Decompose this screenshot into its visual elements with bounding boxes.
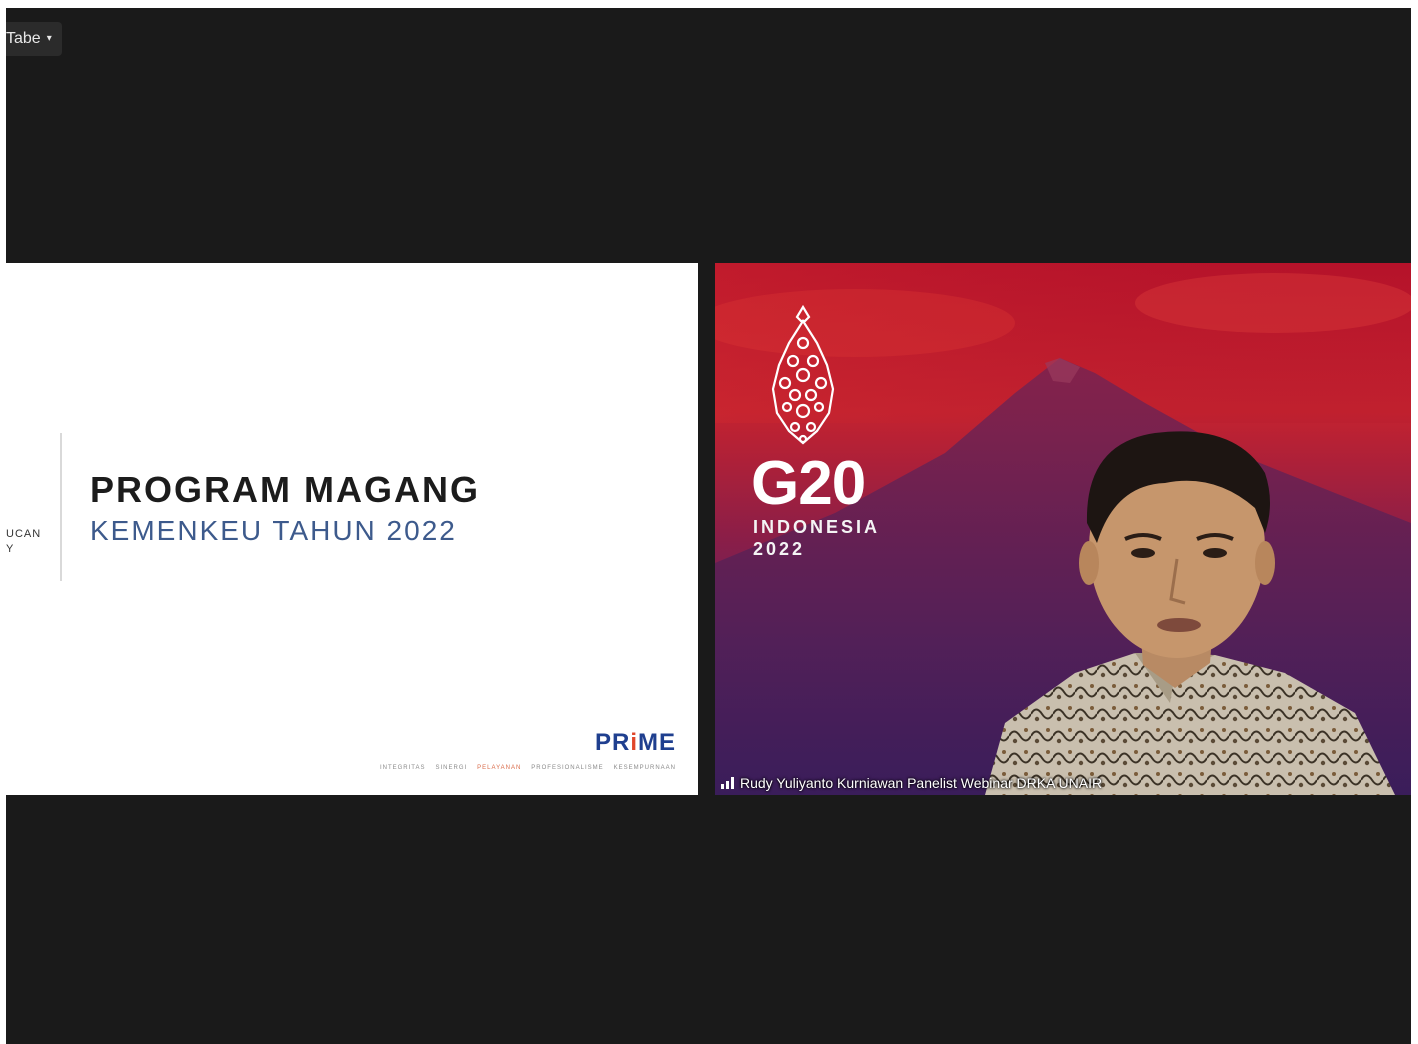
chevron-down-icon: ▾ — [46, 33, 52, 44]
view-button[interactable]: Tabe ▾ — [6, 22, 62, 56]
view-button-label: Tabe — [6, 30, 41, 47]
prime-logo-part3: ME — [638, 729, 676, 756]
shared-screen-tile[interactable]: UCAN Y PROGRAM MAGANG KEMENKEU TAHUN 202… — [6, 263, 698, 795]
value-item: PELAYANAN — [477, 765, 522, 771]
value-item: PROFESIONALISME — [531, 765, 604, 771]
prime-logo: PRiME — [595, 729, 676, 757]
meeting-window: Tabe ▾ UCAN Y PROGRAM MAGANG KEMENKEU TA… — [6, 8, 1411, 1044]
values-tagline: INTEGRITAS SINERGI PELAYANAN PROFESIONAL… — [380, 765, 676, 771]
participant-person — [985, 431, 1395, 795]
slide-divider — [60, 433, 62, 581]
g20-year: 2022 — [753, 539, 806, 559]
g20-gunungan-icon — [771, 304, 835, 445]
value-item: KESEMPURNAAN — [613, 765, 676, 771]
logo-fragment-line2: Y — [6, 543, 15, 555]
value-item: INTEGRITAS — [379, 765, 426, 771]
prime-logo-part1: PR — [594, 729, 631, 756]
participant-name-tag: Rudy Yuliyanto Kurniawan Panelist Webina… — [721, 775, 1102, 791]
slide-subtitle: KEMENKEU TAHUN 2022 — [90, 515, 457, 546]
value-item: SINERGI — [435, 765, 468, 771]
organization-logo-fragment: UCAN Y — [6, 527, 41, 557]
participant-video-tile[interactable]: G20 INDONESIA 2022 Rudy Yuliyanto Kurnia… — [715, 263, 1411, 795]
prime-logo-part2: i — [630, 729, 638, 756]
g20-wordmark: G20 — [751, 449, 866, 518]
logo-fragment-line1: UCAN — [6, 528, 42, 540]
slide-title: PROGRAM MAGANG — [90, 469, 480, 510]
participant-name: Rudy Yuliyanto Kurniawan Panelist Webina… — [740, 775, 1103, 791]
signal-strength-icon — [721, 777, 734, 789]
g20-country: INDONESIA — [753, 517, 881, 537]
